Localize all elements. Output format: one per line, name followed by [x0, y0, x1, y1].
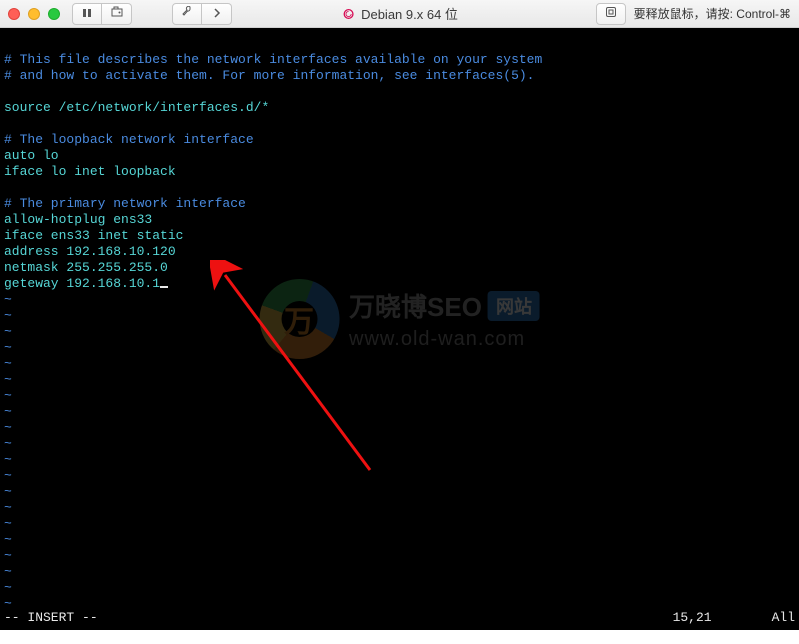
vim-tilde: ~ — [4, 580, 12, 595]
vim-tilde: ~ — [4, 484, 12, 499]
fullscreen-button[interactable] — [596, 3, 626, 25]
zoom-icon[interactable] — [48, 8, 60, 20]
config-line: geteway 192.168.10.1 — [4, 276, 160, 291]
vim-tilde: ~ — [4, 324, 12, 339]
config-line: address 192.168.10.120 — [4, 244, 176, 259]
window-title: Debian 9.x 64 位 — [341, 4, 458, 23]
vim-tilde: ~ — [4, 468, 12, 483]
toolbar-group-right — [172, 3, 232, 25]
minimize-icon[interactable] — [28, 8, 40, 20]
pause-button[interactable] — [72, 3, 102, 25]
cursor-position: 15,21 — [673, 610, 712, 626]
title-bar-right: 要释放鼠标，请按: Control-⌘ — [596, 3, 791, 25]
vim-tilde: ~ — [4, 564, 12, 579]
pause-icon — [82, 7, 92, 21]
window-title-bar: Debian 9.x 64 位 要释放鼠标，请按: Control-⌘ — [0, 0, 799, 28]
debian-icon — [341, 7, 355, 21]
vim-mode: -- INSERT -- — [4, 610, 98, 626]
vim-tilde: ~ — [4, 372, 12, 387]
config-line: allow-hotplug ens33 — [4, 212, 152, 227]
vim-tilde: ~ — [4, 532, 12, 547]
chevron-right-icon — [213, 7, 221, 21]
config-line: netmask 255.255.255.0 — [4, 260, 168, 275]
vim-tilde: ~ — [4, 452, 12, 467]
vim-tilde: ~ — [4, 596, 12, 611]
config-line: auto lo — [4, 148, 59, 163]
close-icon[interactable] — [8, 8, 20, 20]
comment-line: # This file describes the network interf… — [4, 52, 542, 67]
vim-tilde: ~ — [4, 420, 12, 435]
vim-tilde: ~ — [4, 388, 12, 403]
toolbar-group-left — [72, 3, 132, 25]
vim-tilde: ~ — [4, 436, 12, 451]
mouse-release-hint: 要释放鼠标，请按: Control-⌘ — [634, 5, 791, 22]
vim-tilde: ~ — [4, 292, 12, 307]
window-title-text: Debian 9.x 64 位 — [361, 4, 458, 23]
traffic-lights — [8, 8, 60, 20]
forward-button[interactable] — [202, 3, 232, 25]
vim-tilde: ~ — [4, 500, 12, 515]
config-line: source /etc/network/interfaces.d/* — [4, 100, 269, 115]
vim-tilde: ~ — [4, 356, 12, 371]
vim-status-bar: -- INSERT -- 15,21 All — [4, 610, 795, 626]
config-line: iface lo inet loopback — [4, 164, 176, 179]
snapshot-button[interactable] — [102, 3, 132, 25]
vim-tilde: ~ — [4, 308, 12, 323]
comment-line: # The loopback network interface — [4, 132, 254, 147]
vim-tilde: ~ — [4, 340, 12, 355]
expand-icon — [605, 6, 617, 21]
vim-tilde: ~ — [4, 548, 12, 563]
vim-tilde: ~ — [4, 404, 12, 419]
comment-line: # The primary network interface — [4, 196, 246, 211]
scroll-indicator: All — [772, 610, 795, 626]
vim-tilde: ~ — [4, 516, 12, 531]
wrench-icon — [181, 6, 193, 21]
terminal-editor[interactable]: # This file describes the network interf… — [0, 28, 799, 630]
settings-button[interactable] — [172, 3, 202, 25]
comment-line: # and how to activate them. For more inf… — [4, 68, 535, 83]
snapshot-icon — [111, 6, 123, 21]
config-line: iface ens33 inet static — [4, 228, 183, 243]
text-cursor — [160, 286, 168, 288]
